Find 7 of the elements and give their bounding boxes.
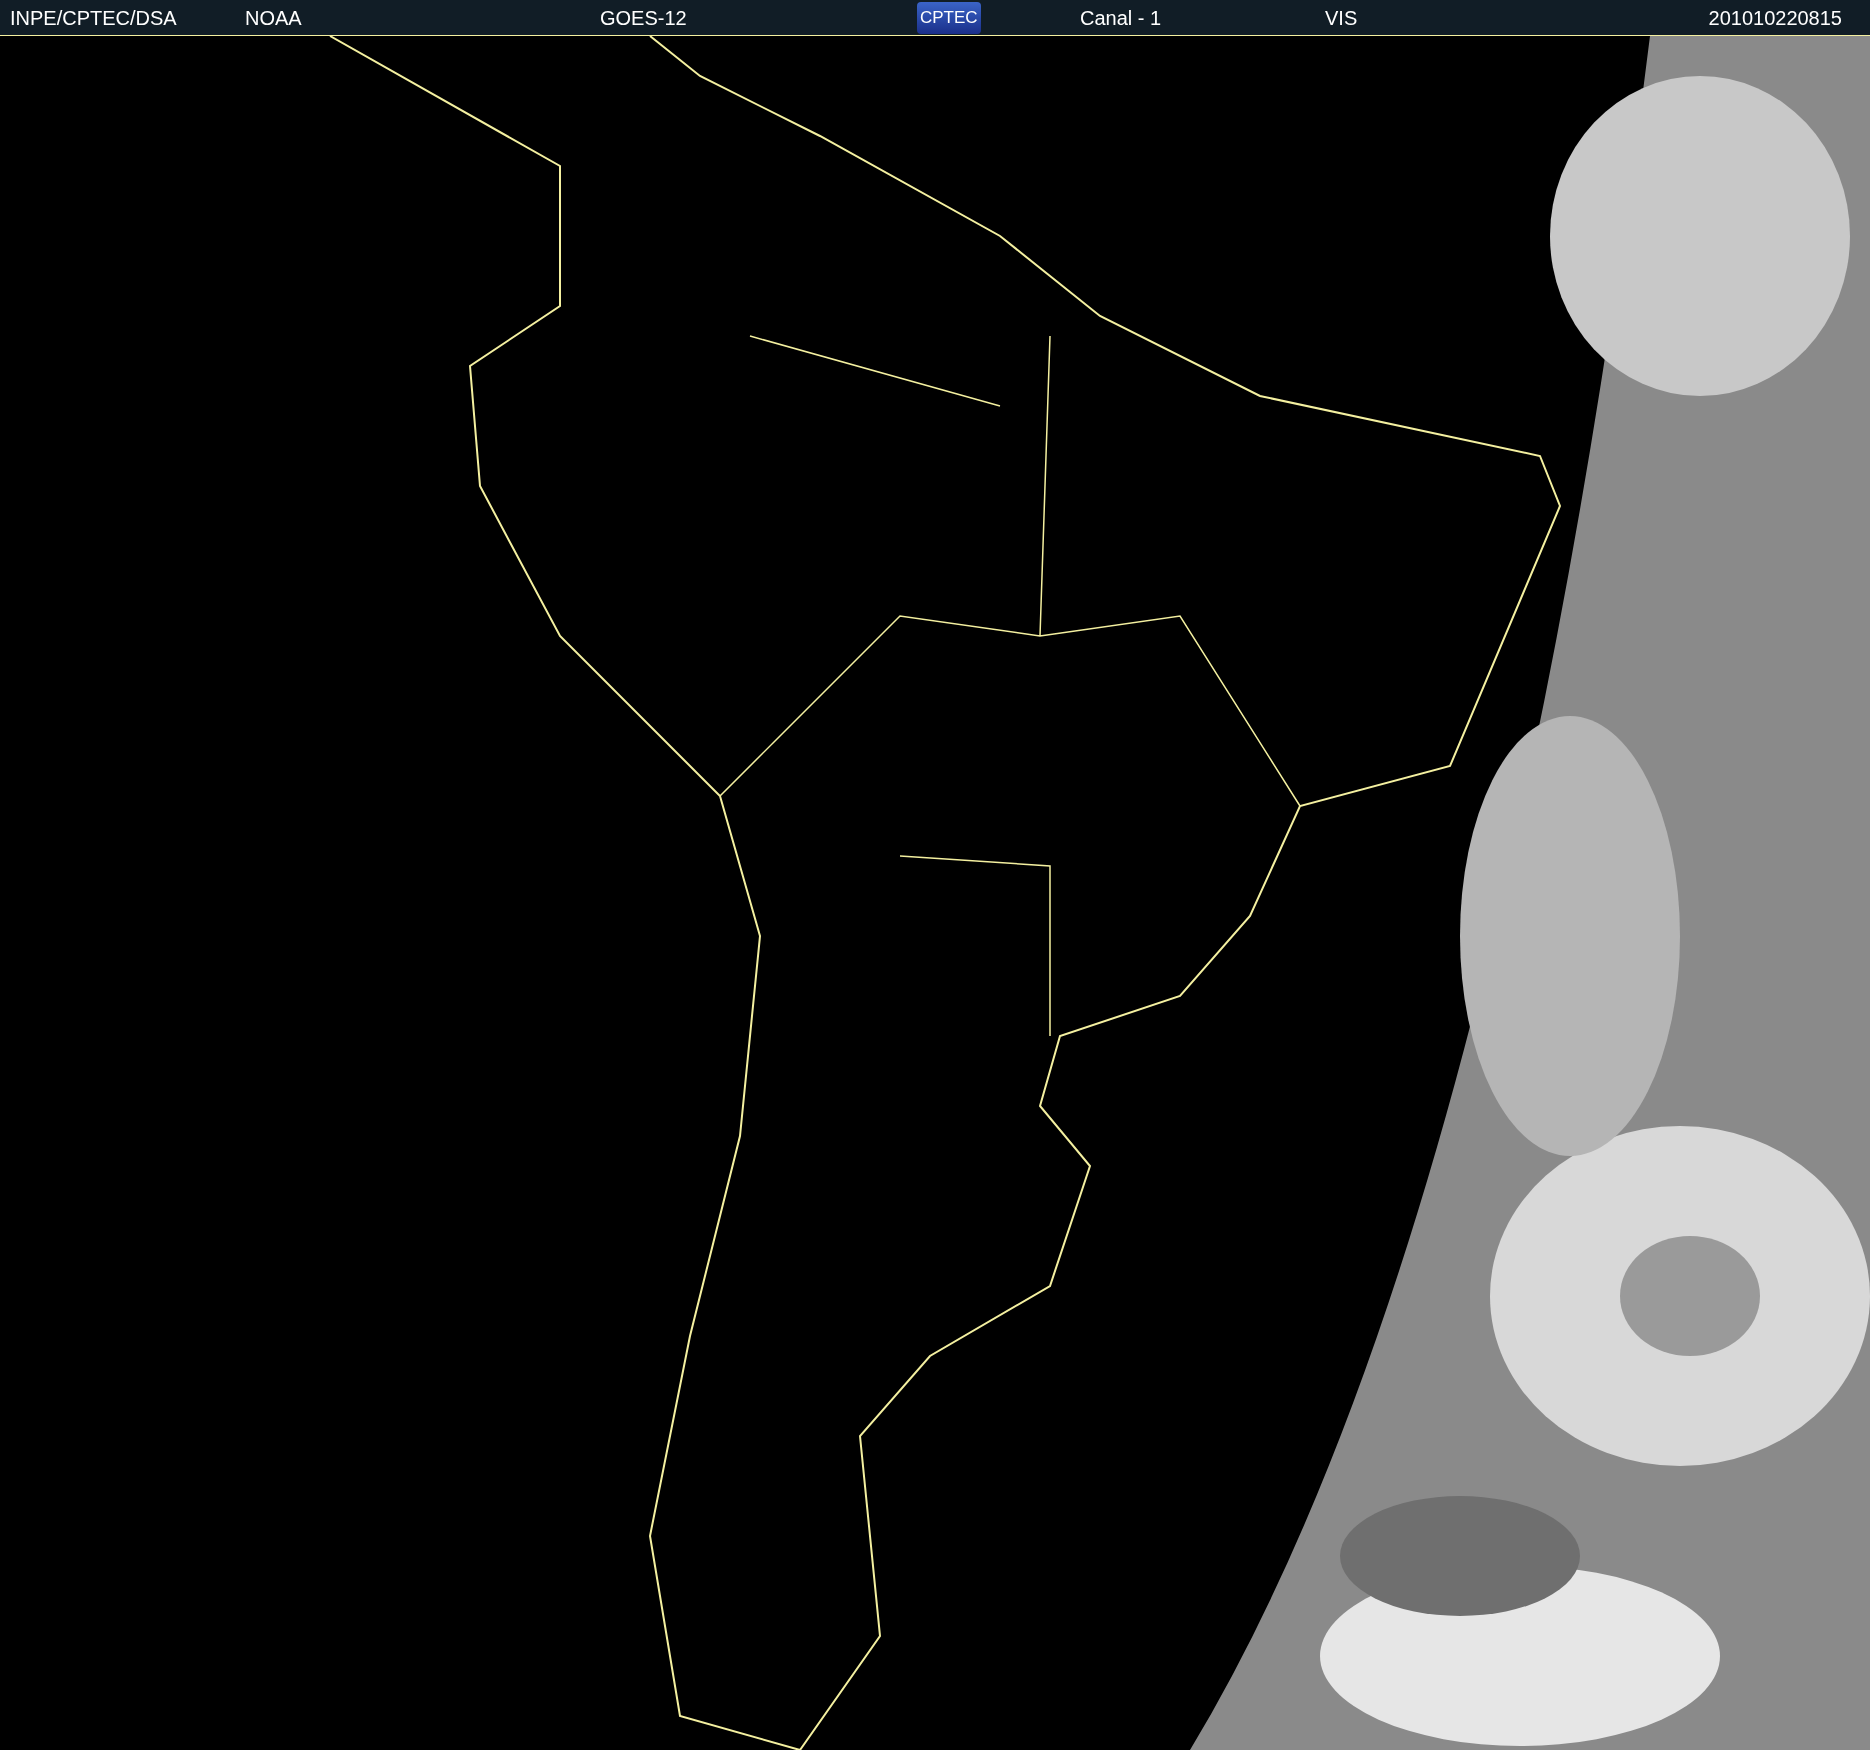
- header-label: GOES-12: [600, 5, 688, 31]
- header-label: INPE/CPTEC/DSA: [10, 5, 178, 31]
- header-label: Canal - 1: [1080, 5, 1163, 31]
- logo: CPTEC: [917, 1, 981, 34]
- header-label: NOAA: [245, 5, 303, 31]
- header-label: VIS: [1325, 5, 1359, 31]
- header-label: 201010220815: [1708, 5, 1842, 31]
